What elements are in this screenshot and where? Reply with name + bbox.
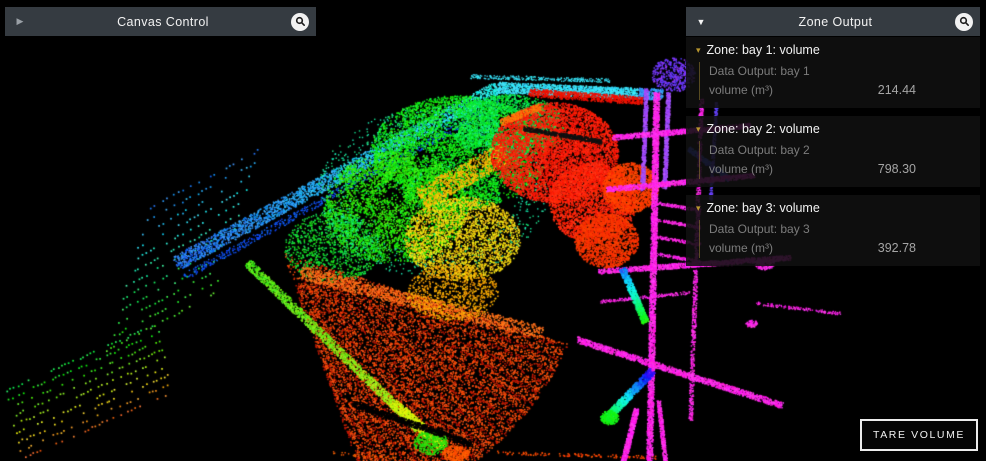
zone-metric-label: volume (m³) xyxy=(709,81,773,100)
zone-output-title: Zone Output xyxy=(716,15,955,29)
zone-metric-label: volume (m³) xyxy=(709,239,773,258)
zone-output-panel-body: ▾ Zone: bay 1: volume Data Output: bay 1… xyxy=(686,37,980,266)
magnifier-icon-button[interactable] xyxy=(955,13,973,31)
zone-metric-row: volume (m³) 214.44 xyxy=(709,81,970,100)
zone-output-panel-header: ▼ Zone Output xyxy=(686,7,980,36)
collapse-panel-icon[interactable]: ▼ xyxy=(686,17,716,27)
zone-volume-value: 798.30 xyxy=(878,160,916,179)
zone-data-output-label: Data Output: bay 1 xyxy=(709,62,970,81)
tare-volume-button[interactable]: TARE VOLUME xyxy=(860,419,978,451)
zone-group-bay-2: ▾ Zone: bay 2: volume Data Output: bay 2… xyxy=(686,116,980,187)
magnifier-icon xyxy=(959,16,970,27)
canvas-control-title: Canvas Control xyxy=(35,15,291,29)
zone-details: Data Output: bay 2 volume (m³) 798.30 xyxy=(699,141,970,179)
zone-metric-label: volume (m³) xyxy=(709,160,773,179)
zone-details: Data Output: bay 1 volume (m³) 214.44 xyxy=(699,62,970,100)
zone-data-output-label: Data Output: bay 3 xyxy=(709,220,970,239)
zone-volume-value: 392.78 xyxy=(878,239,916,258)
magnifier-icon-button[interactable] xyxy=(291,13,309,31)
app-root: { "canvas_control_panel": { "title": "Ca… xyxy=(0,0,986,461)
zone-details: Data Output: bay 3 volume (m³) 392.78 xyxy=(699,220,970,258)
zone-metric-row: volume (m³) 392.78 xyxy=(709,239,970,258)
zone-group-bay-3: ▾ Zone: bay 3: volume Data Output: bay 3… xyxy=(686,195,980,266)
zone-collapse-icon[interactable]: ▾ xyxy=(696,204,701,213)
zone-title: Zone: bay 2: volume xyxy=(707,121,820,138)
canvas-control-panel: ▶ Canvas Control xyxy=(5,7,316,36)
zone-title: Zone: bay 3: volume xyxy=(707,200,820,217)
zone-data-output-label: Data Output: bay 2 xyxy=(709,141,970,160)
zone-collapse-icon[interactable]: ▾ xyxy=(696,125,701,134)
zone-title-row: ▾ Zone: bay 3: volume xyxy=(696,200,970,217)
zone-volume-value: 214.44 xyxy=(878,81,916,100)
zone-title-row: ▾ Zone: bay 2: volume xyxy=(696,121,970,138)
zone-title: Zone: bay 1: volume xyxy=(707,42,820,59)
zone-title-row: ▾ Zone: bay 1: volume xyxy=(696,42,970,59)
expand-panel-icon[interactable]: ▶ xyxy=(5,16,35,27)
zone-group-bay-1: ▾ Zone: bay 1: volume Data Output: bay 1… xyxy=(686,37,980,108)
magnifier-icon xyxy=(295,16,306,27)
zone-metric-row: volume (m³) 798.30 xyxy=(709,160,970,179)
zone-collapse-icon[interactable]: ▾ xyxy=(696,46,701,55)
